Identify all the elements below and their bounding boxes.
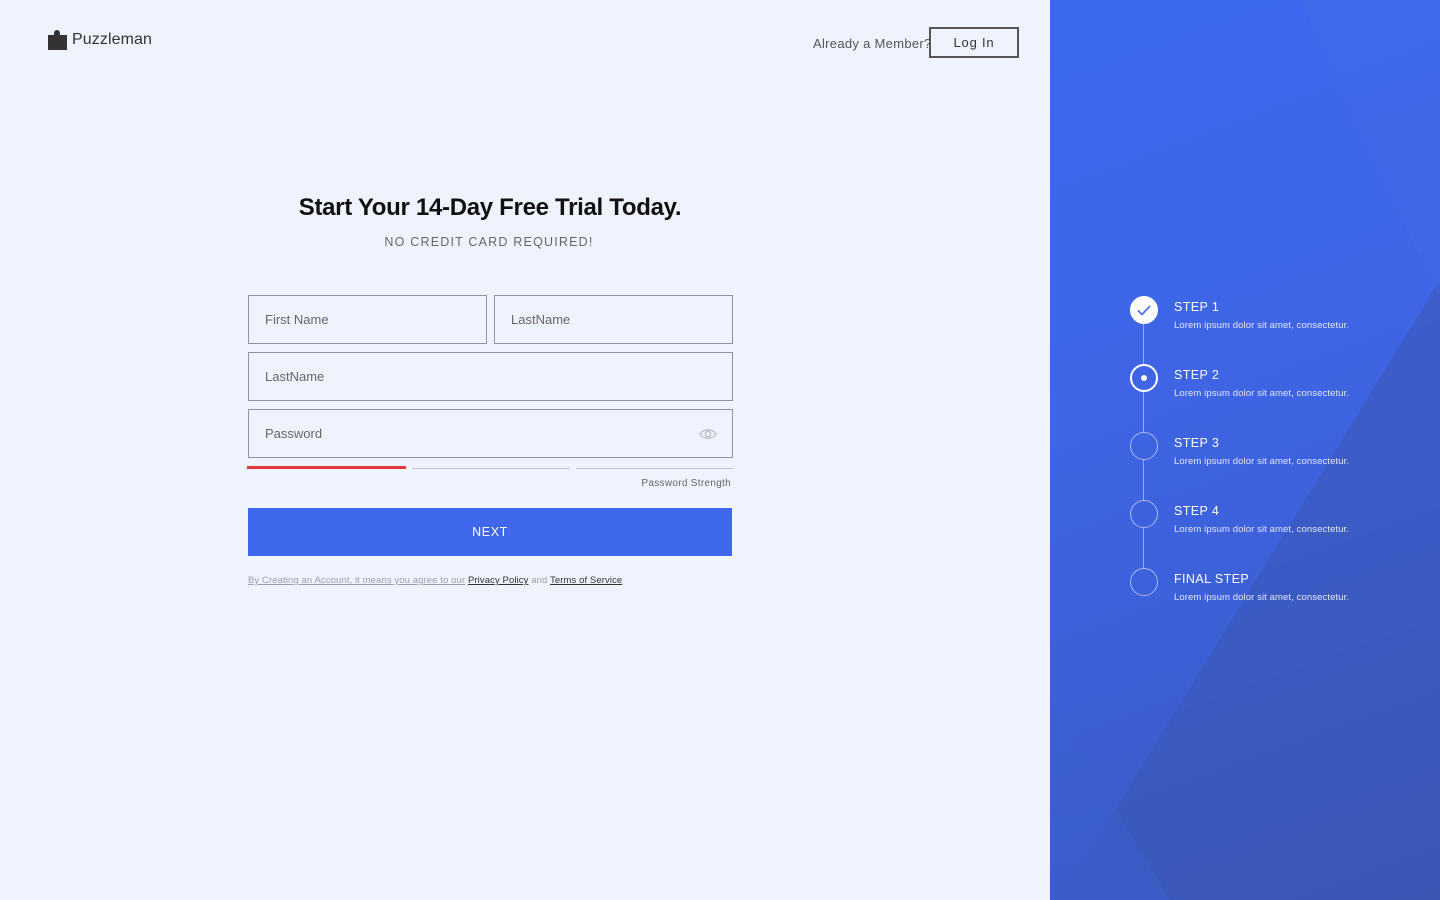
member-prompt: Already a Member? (813, 36, 932, 51)
step-connector (1143, 392, 1144, 432)
terms-of-service-link[interactable]: Terms of Service (550, 575, 622, 586)
next-button[interactable]: NEXT (248, 508, 732, 556)
final-step-desc: Lorem ipsum dolor sit amet, consectetur. (1174, 592, 1350, 603)
step-4-desc: Lorem ipsum dolor sit amet, consectetur. (1174, 524, 1350, 535)
brand-name: Puzzleman (72, 31, 153, 48)
final-step-circle[interactable] (1130, 568, 1158, 596)
privacy-policy-link[interactable]: Privacy Policy (468, 575, 529, 586)
strength-bar-3 (576, 468, 733, 469)
eye-icon[interactable] (699, 427, 717, 441)
active-dot-icon (1141, 375, 1147, 381)
step-2-desc: Lorem ipsum dolor sit amet, consectetur. (1174, 388, 1350, 399)
step-connector (1143, 460, 1144, 500)
step-2-title: STEP 2 (1174, 368, 1220, 382)
step-1-desc: Lorem ipsum dolor sit amet, consectetur. (1174, 320, 1350, 331)
brand-logo[interactable]: Puzzleman (48, 29, 152, 51)
email-field[interactable] (248, 352, 733, 401)
step-3-circle[interactable] (1130, 432, 1158, 460)
step-3-desc: Lorem ipsum dolor sit amet, consectetur. (1174, 456, 1350, 467)
puzzle-piece-icon (48, 30, 67, 50)
step-connector (1143, 528, 1144, 568)
last-name-field[interactable] (494, 295, 733, 344)
password-field[interactable] (248, 409, 733, 458)
signup-panel: Puzzleman Already a Member? Log In Start… (0, 0, 1050, 900)
step-3-title: STEP 3 (1174, 436, 1220, 450)
page-subtitle: NO CREDIT CARD REQUIRED! (384, 235, 594, 249)
step-4-title: STEP 4 (1174, 504, 1220, 518)
step-1-circle[interactable] (1130, 296, 1158, 324)
password-strength-label: Password Strength (641, 478, 731, 489)
login-button[interactable]: Log In (929, 27, 1019, 58)
terms-notice: By Creating an Account, it means you agr… (248, 575, 622, 586)
check-icon (1137, 304, 1151, 316)
strength-bar-1 (247, 466, 406, 469)
steps-panel: STEP 1 Lorem ipsum dolor sit amet, conse… (1050, 0, 1440, 900)
step-2-circle[interactable] (1130, 364, 1158, 392)
terms-prefix: By Creating an Account, it means you agr… (248, 575, 466, 586)
step-4-circle[interactable] (1130, 500, 1158, 528)
final-step-title: FINAL STEP (1174, 572, 1250, 586)
terms-and: and (531, 575, 548, 586)
steps-list: STEP 1 Lorem ipsum dolor sit amet, conse… (1050, 0, 1440, 900)
strength-bar-2 (412, 468, 570, 469)
page-title: Start Your 14-Day Free Trial Today. (298, 194, 682, 221)
step-1-title: STEP 1 (1174, 300, 1220, 314)
step-connector (1143, 324, 1144, 364)
first-name-field[interactable] (248, 295, 487, 344)
